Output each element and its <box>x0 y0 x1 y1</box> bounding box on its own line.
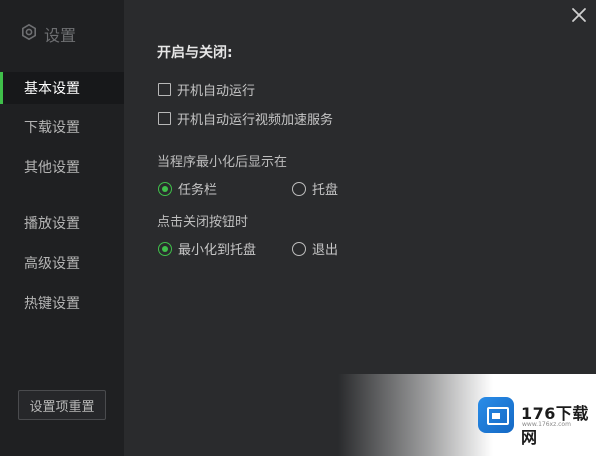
sidebar-item-playback[interactable]: 播放设置 <box>0 207 124 239</box>
settings-gear-icon <box>20 23 38 45</box>
close-group-label: 点击关闭按钮时 <box>157 215 249 230</box>
sidebar-item-advanced[interactable]: 高级设置 <box>0 247 124 279</box>
minimize-group-label: 当程序最小化后显示在 <box>157 155 288 170</box>
settings-title: 设置 <box>44 26 77 45</box>
watermark-logo-icon <box>478 397 514 433</box>
sidebar-item-other[interactable]: 其他设置 <box>0 151 124 183</box>
radio-minimize-to-tray-dot[interactable] <box>158 241 172 256</box>
radio-taskbar-label: 任务栏 <box>178 183 218 198</box>
sidebar: 设置 基本设置 下载设置 其他设置 播放设置 高级设置 热键设置 设置项重置 <box>0 0 124 456</box>
sidebar-header: 设置 <box>20 22 76 46</box>
sidebar-item-download[interactable]: 下载设置 <box>0 111 124 143</box>
close-icon[interactable] <box>570 6 588 24</box>
sidebar-item-basic[interactable]: 基本设置 <box>0 72 124 104</box>
sidebar-item-hotkeys[interactable]: 热键设置 <box>0 287 124 319</box>
radio-tray-label: 托盘 <box>312 183 339 198</box>
autostart-checkbox-row[interactable]: 开机自动运行 <box>158 80 255 99</box>
watermark-subtext: www.176xz.com <box>522 421 571 428</box>
autostart-label: 开机自动运行 <box>177 84 256 99</box>
autostart-accel-checkbox[interactable] <box>158 112 171 125</box>
section-title: 开启与关闭: <box>157 45 233 61</box>
radio-exit-dot[interactable] <box>292 241 306 256</box>
radio-minimize-to-tray[interactable]: 最小化到托盘 <box>158 239 256 258</box>
autostart-accel-checkbox-row[interactable]: 开机自动运行视频加速服务 <box>158 109 333 128</box>
radio-tray-dot[interactable] <box>292 181 306 196</box>
radio-taskbar[interactable]: 任务栏 <box>158 179 217 198</box>
radio-minimize-to-tray-label: 最小化到托盘 <box>178 243 257 258</box>
autostart-checkbox[interactable] <box>158 83 171 96</box>
radio-exit[interactable]: 退出 <box>292 239 338 258</box>
settings-window: 设置 基本设置 下载设置 其他设置 播放设置 高级设置 热键设置 设置项重置 开… <box>0 0 596 456</box>
reset-settings-button[interactable]: 设置项重置 <box>18 390 106 420</box>
radio-tray[interactable]: 托盘 <box>292 179 338 198</box>
autostart-accel-label: 开机自动运行视频加速服务 <box>177 113 334 128</box>
radio-exit-label: 退出 <box>312 243 339 258</box>
radio-taskbar-dot[interactable] <box>158 181 172 196</box>
